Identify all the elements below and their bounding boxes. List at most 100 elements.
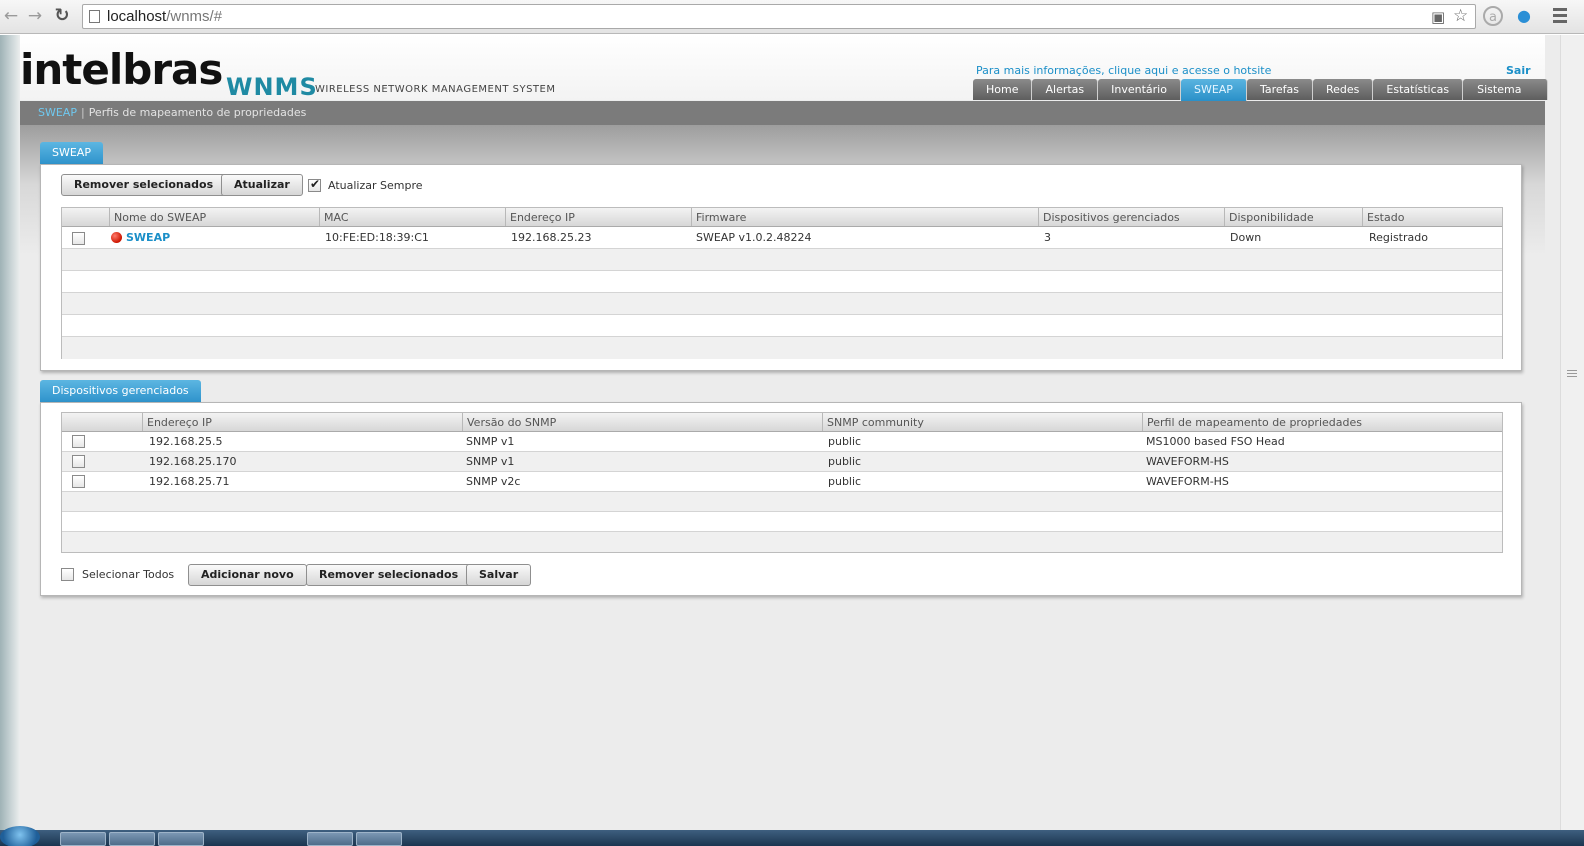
select-column-header xyxy=(62,413,142,431)
state-cell: Registrado xyxy=(1369,231,1428,244)
content-area: SWEAP Remover selecionados Atualizar Atu… xyxy=(20,125,1545,830)
extension-circle-icon[interactable]: a xyxy=(1483,6,1503,26)
row-checkbox[interactable] xyxy=(72,455,85,468)
menu-icon[interactable] xyxy=(1553,8,1567,26)
logout-link[interactable]: Sair xyxy=(1506,64,1531,77)
device-ip-cell: 192.168.25.170 xyxy=(149,455,237,468)
empty-row xyxy=(62,315,1502,337)
sweap-name: SWEAP xyxy=(126,231,171,244)
chat-bubble-icon[interactable]: ● xyxy=(1514,6,1534,26)
status-down-icon xyxy=(111,232,122,243)
select-column-header xyxy=(62,208,109,226)
scroll-grip-icon[interactable] xyxy=(1567,370,1577,379)
col-header-state[interactable]: Estado xyxy=(1362,208,1502,226)
empty-row xyxy=(62,532,1502,552)
profile-cell: WAVEFORM-HS xyxy=(1146,455,1229,468)
profile-cell: WAVEFORM-HS xyxy=(1146,475,1229,488)
empty-row xyxy=(62,492,1502,512)
table-row[interactable]: 192.168.25.5 SNMP v1 public MS1000 based… xyxy=(62,432,1502,452)
col-header-ip[interactable]: Endereço IP xyxy=(505,208,691,226)
product-name: WNMS xyxy=(226,73,318,101)
auto-refresh-checkbox[interactable] xyxy=(308,177,321,192)
select-all-checkbox[interactable] xyxy=(61,568,74,581)
col-header-device-ip[interactable]: Endereço IP xyxy=(142,413,462,431)
select-all-label: Selecionar Todos xyxy=(82,568,175,581)
forward-arrow-icon[interactable]: → xyxy=(24,5,46,27)
breadcrumb-root[interactable]: SWEAP xyxy=(38,106,77,119)
mac-cell: 10:FE:ED:18:39:C1 xyxy=(325,231,429,244)
empty-row xyxy=(62,293,1502,315)
sweap-name-link[interactable]: SWEAP xyxy=(111,231,170,244)
col-header-availability[interactable]: Disponibilidade xyxy=(1224,208,1362,226)
page-scrollbar[interactable] xyxy=(1560,35,1584,830)
table-row[interactable]: 192.168.25.170 SNMP v1 public WAVEFORM-H… xyxy=(62,452,1502,472)
tab-inventario[interactable]: Inventário xyxy=(1098,79,1181,100)
taskbar-item[interactable] xyxy=(158,832,204,846)
device-ip-cell: 192.168.25.71 xyxy=(149,475,230,488)
table-row[interactable]: 192.168.25.71 SNMP v2c public WAVEFORM-H… xyxy=(62,472,1502,492)
table-row[interactable]: SWEAP 10:FE:ED:18:39:C1 192.168.25.23 SW… xyxy=(62,227,1502,249)
page-background: intelbras WNMS WIRELESS NETWORK MANAGEME… xyxy=(0,35,1560,830)
col-header-snmp-community[interactable]: SNMP community xyxy=(822,413,1142,431)
taskbar-item[interactable] xyxy=(356,832,402,846)
breadcrumb-current: Perfis de mapeamento de propriedades xyxy=(88,106,307,119)
taskbar-item[interactable] xyxy=(307,832,353,846)
devices-panel-tab[interactable]: Dispositivos gerenciados xyxy=(40,380,201,402)
main-nav-tabs: Home Alertas Inventário SWEAP Tarefas Re… xyxy=(973,79,1549,101)
translate-icon[interactable]: ▣ xyxy=(1431,8,1445,26)
remove-selected-devices-button[interactable]: Remover selecionados xyxy=(306,564,472,586)
tab-redes[interactable]: Redes xyxy=(1312,79,1374,100)
col-header-firmware[interactable]: Firmware xyxy=(691,208,1038,226)
snmp-version-cell: SNMP v2c xyxy=(466,475,521,488)
sweap-panel-tab[interactable]: SWEAP xyxy=(40,142,103,164)
tab-estatisticas[interactable]: Estatísticas xyxy=(1373,79,1464,100)
hotsite-link[interactable]: Para mais informações, clique aqui e ace… xyxy=(976,64,1271,77)
snmp-version-cell: SNMP v1 xyxy=(466,455,515,468)
address-bar[interactable]: localhost/wnms/# ▣ ☆ xyxy=(82,4,1476,29)
tab-alertas[interactable]: Alertas xyxy=(1032,79,1099,100)
snmp-community-cell: public xyxy=(828,475,862,488)
breadcrumb-separator: | xyxy=(80,106,85,119)
page-icon xyxy=(89,10,100,23)
managed-cell: 3 xyxy=(1044,231,1051,244)
profile-cell: MS1000 based FSO Head xyxy=(1146,435,1285,448)
col-header-snmp-version[interactable]: Versão do SNMP xyxy=(462,413,822,431)
col-header-name[interactable]: Nome do SWEAP xyxy=(109,208,319,226)
save-button[interactable]: Salvar xyxy=(466,564,532,586)
taskbar-item[interactable] xyxy=(109,832,155,846)
reload-icon[interactable]: ↻ xyxy=(51,5,73,27)
browser-toolbar: ← → ↻ localhost/wnms/# ▣ ☆ a ● xyxy=(0,0,1584,34)
sweap-panel: Remover selecionados Atualizar Atualizar… xyxy=(40,164,1522,371)
back-arrow-icon[interactable]: ← xyxy=(0,5,22,27)
device-ip-cell: 192.168.25.5 xyxy=(149,435,223,448)
start-button-icon[interactable] xyxy=(0,826,40,846)
empty-row xyxy=(62,249,1502,271)
url-host: localhost xyxy=(107,8,167,25)
empty-row xyxy=(62,337,1502,359)
row-checkbox[interactable] xyxy=(72,475,85,488)
refresh-button[interactable]: Atualizar xyxy=(221,174,303,196)
remove-selected-button[interactable]: Remover selecionados xyxy=(61,174,227,196)
tab-sistema[interactable]: Sistema xyxy=(1463,79,1549,100)
product-subtitle: WIRELESS NETWORK MANAGEMENT SYSTEM xyxy=(315,84,556,95)
firmware-cell: SWEAP v1.0.2.48224 xyxy=(696,231,812,244)
taskbar-item[interactable] xyxy=(60,832,106,846)
app-header: intelbras WNMS WIRELESS NETWORK MANAGEME… xyxy=(20,35,1549,101)
col-header-profile[interactable]: Perfil de mapeamento de propriedades xyxy=(1142,413,1502,431)
col-header-mac[interactable]: MAC xyxy=(319,208,505,226)
sweap-table: Nome do SWEAP MAC Endereço IP Firmware D… xyxy=(61,207,1503,359)
star-bookmark-icon[interactable]: ☆ xyxy=(1453,6,1468,26)
devices-panel: Endereço IP Versão do SNMP SNMP communit… xyxy=(40,402,1522,596)
devices-table: Endereço IP Versão do SNMP SNMP communit… xyxy=(61,412,1503,553)
row-checkbox[interactable] xyxy=(72,435,85,448)
row-checkbox[interactable] xyxy=(72,232,85,245)
sweap-table-header: Nome do SWEAP MAC Endereço IP Firmware D… xyxy=(62,208,1502,227)
add-new-button[interactable]: Adicionar novo xyxy=(188,564,307,586)
col-header-managed[interactable]: Dispositivos gerenciados xyxy=(1038,208,1224,226)
tab-tarefas[interactable]: Tarefas xyxy=(1246,79,1313,100)
tab-sweap[interactable]: SWEAP xyxy=(1180,79,1247,101)
breadcrumb: SWEAP | Perfis de mapeamento de propriedad… xyxy=(20,101,1545,125)
empty-row xyxy=(62,271,1502,293)
tab-home[interactable]: Home xyxy=(973,79,1033,100)
os-taskbar xyxy=(0,826,1584,846)
